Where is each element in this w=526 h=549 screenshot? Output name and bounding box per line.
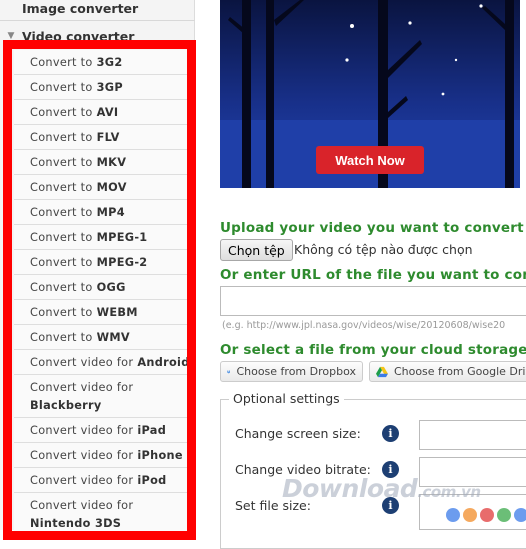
url-input[interactable]	[220, 286, 526, 316]
url-heading: Or enter URL of the file you want to con…	[220, 267, 526, 283]
sidebar-item-format: WEBM	[96, 305, 138, 319]
sidebar-category-label: Video converter	[22, 28, 135, 44]
url-example: (e.g. http://www.jpl.nasa.gov/videos/wis…	[222, 320, 506, 331]
sidebar-item[interactable]: Convert video for iPhone	[14, 443, 190, 468]
sidebar-item-prefix: Convert to	[30, 105, 93, 119]
dropbox-label: Choose from Dropbox	[236, 365, 356, 378]
sidebar-item[interactable]: Convert to MOV	[14, 175, 190, 200]
watermark-main-text: Download	[282, 474, 418, 503]
sidebar-item-format: iPod	[137, 473, 167, 487]
sidebar-item-format: WMV	[96, 330, 130, 344]
collapse-arrow-icon: ▼	[7, 31, 15, 41]
sidebar-item[interactable]: Convert to WEBM	[14, 300, 190, 325]
sidebar-item-prefix: Convert video for	[30, 499, 134, 512]
watermark-suffix-text: .com.vn	[417, 483, 481, 501]
sidebar-item[interactable]: Convert video for Blackberry	[14, 375, 190, 418]
sidebar-item-format: MOV	[96, 180, 127, 194]
sidebar-item-format: Blackberry	[30, 399, 102, 412]
sidebar-item[interactable]: Convert to 3G2	[14, 50, 190, 75]
sidebar: Image converter ▼ Video converter Conver…	[0, 0, 195, 536]
google-drive-label: Choose from Google Driv	[393, 365, 526, 378]
sidebar-item-format: MP4	[96, 205, 125, 219]
sidebar-item-prefix: Convert to	[30, 155, 93, 169]
watermark-dots	[446, 508, 526, 522]
sidebar-item-format: FLV	[96, 130, 120, 144]
sidebar-item-prefix: Convert video for	[30, 448, 134, 462]
sidebar-item-format: MPEG-2	[96, 255, 148, 269]
sidebar-item-prefix: Convert to	[30, 305, 93, 319]
google-drive-button[interactable]: Choose from Google Driv	[369, 361, 526, 382]
sidebar-item[interactable]: Convert video for iPod	[14, 468, 190, 493]
sidebar-item-prefix: Convert to	[30, 280, 93, 294]
sidebar-category-image[interactable]: Image converter	[0, 0, 195, 21]
sidebar-item-prefix: Convert to	[30, 330, 93, 344]
dropbox-button[interactable]: Choose from Dropbox	[220, 361, 363, 382]
sidebar-item-format: OGG	[96, 280, 126, 294]
watch-now-button[interactable]: Watch Now	[316, 146, 424, 174]
sidebar-item-prefix: Convert to	[30, 180, 93, 194]
sidebar-item[interactable]: Convert video for Android	[14, 350, 190, 375]
sidebar-item[interactable]: Convert to WMV	[14, 325, 190, 350]
sidebar-item-format: MKV	[96, 155, 127, 169]
sidebar-item-prefix: Convert to	[30, 255, 93, 269]
screen-size-label: Change screen size:	[235, 426, 361, 441]
sidebar-item-prefix: Convert video for	[30, 423, 134, 437]
sidebar-item-prefix: Convert to	[30, 130, 93, 144]
info-icon[interactable]: i	[382, 425, 399, 442]
no-file-label: Không có tệp nào được chọn	[294, 242, 473, 257]
download-watermark: Download.com.vn	[282, 474, 481, 503]
sidebar-item[interactable]: Convert to MKV	[14, 150, 190, 175]
sidebar-item[interactable]: Convert to OGG	[14, 275, 190, 300]
google-drive-icon	[376, 366, 388, 377]
choose-file-button[interactable]: Chọn tệp	[220, 239, 293, 261]
sidebar-item[interactable]: Convert to FLV	[14, 125, 190, 150]
sidebar-category-video[interactable]: ▼ Video converter	[0, 24, 195, 48]
optional-settings-legend: Optional settings	[229, 391, 344, 406]
dropbox-icon	[227, 370, 231, 373]
sidebar-item[interactable]: Convert to 3GP	[14, 75, 190, 100]
sidebar-item-prefix: Convert to	[30, 55, 93, 69]
sidebar-item-prefix: Convert video for	[30, 473, 134, 487]
upload-heading: Upload your video you want to convert to	[220, 220, 526, 236]
sidebar-item-format: 3GP	[96, 80, 123, 94]
sidebar-item[interactable]: Convert video for iPad	[14, 418, 190, 443]
sidebar-item-format: iPhone	[137, 448, 183, 462]
sidebar-item-prefix: Convert to	[30, 205, 93, 219]
sidebar-category-label: Image converter	[22, 1, 139, 16]
sidebar-item-format: AVI	[96, 105, 119, 119]
sidebar-item-prefix: Convert video for	[30, 355, 134, 369]
sidebar-item-format: Nintendo 3DS	[30, 517, 122, 530]
screen-size-input[interactable]	[419, 420, 526, 450]
sidebar-item-prefix: Convert to	[30, 80, 93, 94]
sidebar-item-prefix: Convert video for	[30, 381, 134, 394]
sidebar-item[interactable]: Convert to MPEG-2	[14, 250, 190, 275]
sidebar-item-format: 3G2	[96, 55, 123, 69]
cloud-heading: Or select a file from your cloud storage…	[220, 342, 526, 358]
sidebar-item-format: iPad	[137, 423, 167, 437]
sidebar-item[interactable]: Convert to MPEG-1	[14, 225, 190, 250]
sidebar-item-prefix: Convert to	[30, 230, 93, 244]
sidebar-item-format: MPEG-1	[96, 230, 148, 244]
sidebar-item[interactable]: Convert to AVI	[14, 100, 190, 125]
sidebar-item-list: Convert to 3G2 Convert to 3GP Convert to AVI C…	[14, 50, 190, 536]
sidebar-item[interactable]: Convert to MP4	[14, 200, 190, 225]
sidebar-item-format: Android	[137, 355, 190, 369]
